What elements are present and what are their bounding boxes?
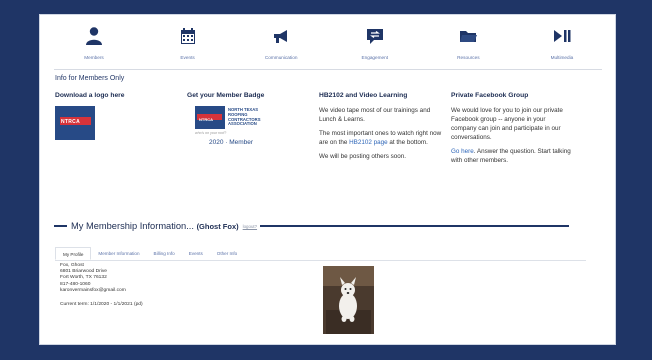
video-column-title: HB2102 and Video Learning <box>319 92 408 99</box>
video-text-2: The most important ones to watch right n… <box>319 129 447 147</box>
top-navigation: Members Events Communication Engagement … <box>54 23 602 70</box>
main-card: Members Events Communication Engagement … <box>39 14 616 345</box>
megaphone-icon <box>274 30 288 43</box>
badge-logo: NTRCA <box>195 106 225 129</box>
nav-events-label: Events <box>180 55 195 60</box>
logo-column-title: Download a logo here <box>55 92 125 99</box>
profile-photo <box>323 266 374 334</box>
person-icon <box>86 27 102 45</box>
nav-engagement-label: Engagement <box>361 55 389 60</box>
profile-tabs: My Profile Member Information Billing In… <box>55 247 586 261</box>
nav-members-label: Members <box>84 55 104 60</box>
hb2102-link[interactable]: HB2102 page <box>349 139 388 146</box>
member-name: (Ghost Fox) <box>196 222 239 231</box>
info-heading: Info for Members Only <box>55 75 125 82</box>
play-pause-icon <box>553 30 571 42</box>
tab-other-info[interactable]: Other Info <box>210 247 244 260</box>
logout-link[interactable]: logout? <box>243 224 257 229</box>
nav-resources-label: Resources <box>457 55 480 60</box>
facebook-text-2: Go here. Answer the question. Start talk… <box>451 147 571 165</box>
tab-member-information[interactable]: Member Information <box>91 247 146 260</box>
tab-events[interactable]: Events <box>182 247 210 260</box>
nav-communication[interactable]: Communication <box>241 23 321 69</box>
badge-tagline: who's on your roof? <box>195 131 227 135</box>
header-rule-left <box>54 225 67 227</box>
membership-title-text: My Membership Information... <box>71 221 194 231</box>
facebook-text-1: We would love for you to join our privat… <box>451 107 563 141</box>
facebook-column-title: Private Facebook Group <box>451 92 529 99</box>
chat-arrows-icon <box>366 29 383 44</box>
nav-members[interactable]: Members <box>54 23 134 69</box>
facebook-column: Private Facebook Group We would love for… <box>451 91 571 170</box>
profile-email: karonvermainsfox@gmail.com <box>60 287 126 293</box>
member-badge[interactable]: NTRCA NORTH TEXAS ROOFING CONTRACTORS AS… <box>195 106 315 129</box>
nav-multimedia[interactable]: Multimedia <box>522 23 602 69</box>
calendar-icon <box>180 28 195 44</box>
logo-text: NTRCA <box>61 119 80 125</box>
nav-events[interactable]: Events <box>148 23 228 69</box>
logo-column: Download a logo here NTRCA <box>55 91 183 140</box>
badge-year: 2020 · Member <box>209 139 254 146</box>
badge-logo-text: NTRCA <box>199 117 213 122</box>
membership-title: My Membership Information... (Ghost Fox) <box>71 221 239 231</box>
badge-column: Get your Member Badge NTRCA NORTH TEXAS … <box>187 91 315 147</box>
badge-column-title: Get your Member Badge <box>187 92 265 99</box>
membership-header: My Membership Information... (Ghost Fox)… <box>54 221 569 231</box>
header-rule-right <box>260 225 569 227</box>
video-text-2b: at the bottom. <box>387 139 428 146</box>
video-column: HB2102 and Video Learning We video tape … <box>319 91 447 166</box>
tab-my-profile[interactable]: My Profile <box>55 247 92 260</box>
go-here-link[interactable]: Go here <box>451 148 474 155</box>
nav-engagement[interactable]: Engagement <box>335 23 415 69</box>
tab-billing-info[interactable]: Billing Info <box>147 247 182 260</box>
video-text-3: We will be posting others soon. <box>319 153 407 160</box>
org-line: ASSOCIATION <box>228 121 257 127</box>
video-text-1: We video tape most of our trainings and … <box>319 107 431 123</box>
nav-multimedia-label: Multimedia <box>550 55 574 60</box>
profile-details: Fox, Ghost 6801 Briarwood Drive Fort Wor… <box>60 263 143 308</box>
nav-resources[interactable]: Resources <box>428 23 508 69</box>
folder-icon <box>460 31 478 42</box>
dog-photo-illustration <box>323 266 374 334</box>
badge-org-name: NORTH TEXAS ROOFING CONTRACTORS ASSOCIAT… <box>228 107 261 127</box>
profile-term: Current term: 1/1/2020 - 1/1/2021 (pd) <box>60 302 143 308</box>
nav-communication-label: Communication <box>264 55 298 60</box>
ntrca-logo-download[interactable]: NTRCA <box>55 106 95 140</box>
